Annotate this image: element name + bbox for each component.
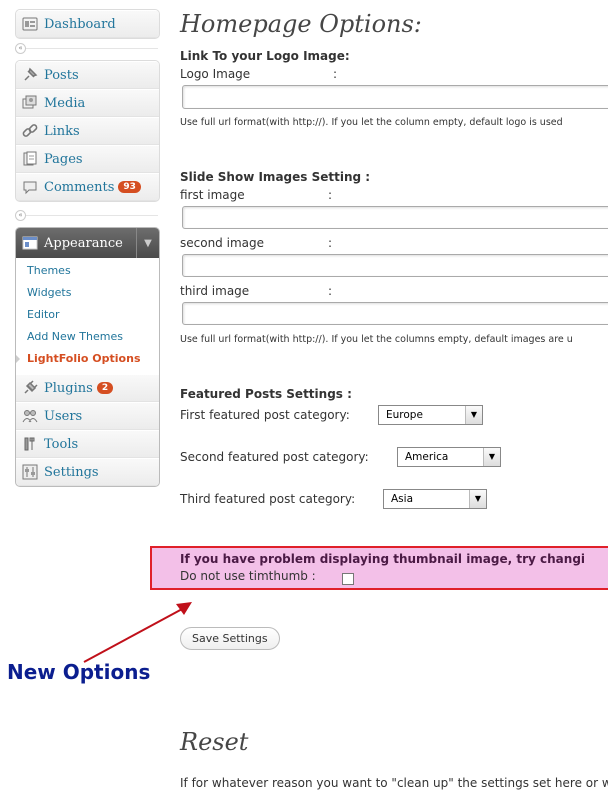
reset-title: Reset — [180, 728, 249, 756]
save-settings-button[interactable]: Save Settings — [180, 627, 280, 650]
reset-description: If for whatever reason you want to "clea… — [180, 776, 608, 790]
new-options-annotation: New Options — [7, 660, 151, 684]
